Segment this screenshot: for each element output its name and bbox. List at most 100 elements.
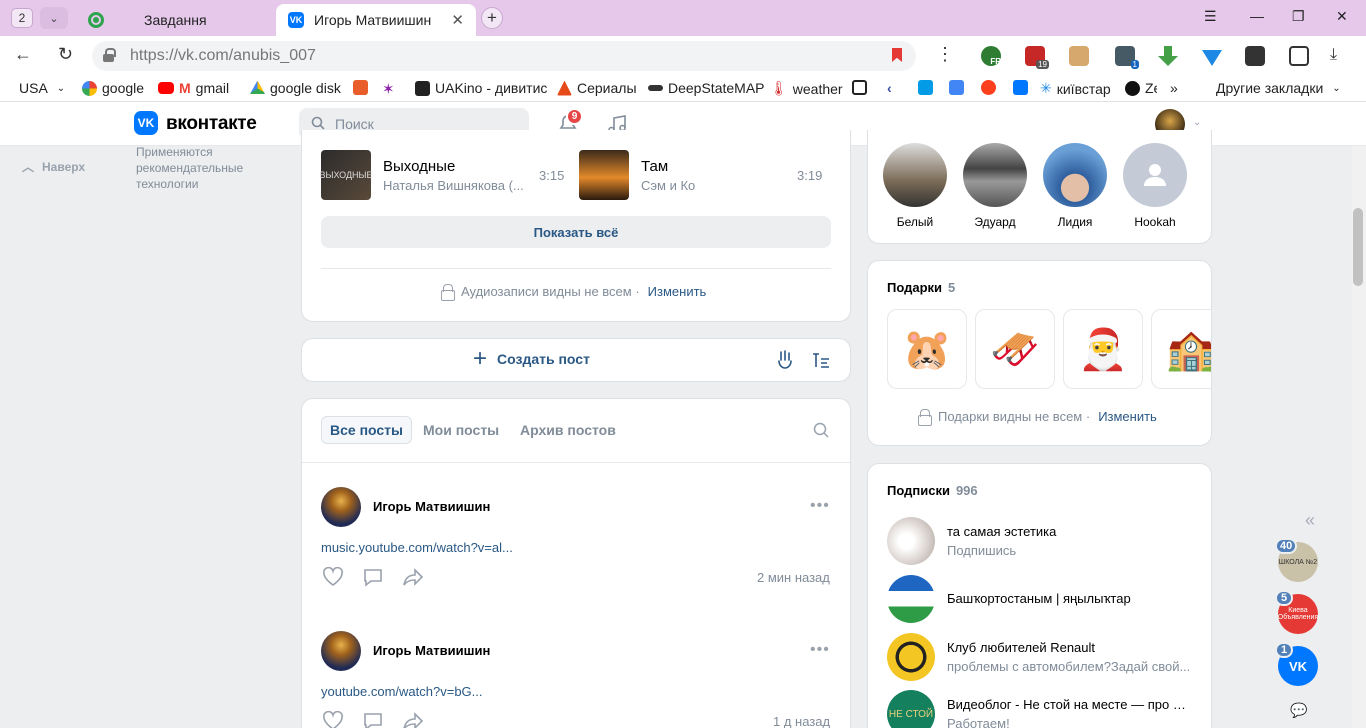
bookmark-star[interactable]: ✶ [382, 80, 395, 98]
minimize-icon[interactable]: — [1250, 8, 1264, 24]
bookmark-yandex[interactable] [981, 80, 996, 95]
post-time[interactable]: 1 д назад [773, 714, 830, 728]
show-all-button[interactable]: Показать всё [321, 216, 831, 248]
bookmark-kyivstar[interactable]: ✳ київстар [1040, 80, 1111, 97]
other-bookmarks[interactable]: Другие закладки ⌄ [1216, 80, 1341, 96]
tab-archive[interactable]: Архив постов [512, 416, 624, 444]
restore-icon[interactable]: ❐ [1292, 8, 1305, 25]
bookmark-translate[interactable] [949, 80, 964, 95]
bookmark-weather[interactable]: 🌡 weather [770, 80, 843, 97]
scroll-up-button[interactable]: ︿ Наверх [22, 158, 85, 175]
gift-santa-icon[interactable]: 🎅 [1063, 309, 1143, 389]
chat-bubble-school[interactable]: ШКОЛА №2 40 [1275, 538, 1318, 582]
close-tab-icon[interactable]: ✕ [451, 11, 464, 29]
share-arrow-icon[interactable] [402, 567, 424, 587]
close-window-icon[interactable]: ✕ [1336, 8, 1348, 25]
messages-icon[interactable]: 💬 [1290, 702, 1307, 719]
track-cover-1[interactable]: ВЫХОДНЫЕ [319, 150, 373, 200]
friend-item[interactable]: Лидия [1043, 143, 1107, 229]
extension-grid-icon[interactable]: 1 [1115, 46, 1139, 69]
vk-logo-icon[interactable]: VK [134, 111, 158, 135]
bookmark-google-disk[interactable]: google disk [250, 80, 341, 96]
tab-count-button[interactable]: 2 [11, 8, 33, 28]
scrollbar-thumb[interactable] [1353, 208, 1363, 286]
sort-lines-icon[interactable] [812, 352, 830, 368]
friend-item[interactable]: Эдуард [963, 143, 1027, 229]
gifts-header[interactable]: Подарки 5 [887, 280, 955, 295]
collapse-chats-icon[interactable]: « [1305, 510, 1315, 531]
subscription-avatar[interactable] [887, 633, 935, 681]
subscription-name[interactable]: Видеоблог - Не стой на месте — про би... [947, 697, 1193, 712]
vk-logo-text[interactable]: вконтакте [166, 113, 257, 135]
tab-all-posts[interactable]: Все посты [321, 416, 412, 444]
post-author-name[interactable]: Игорь Матвиишин [373, 643, 490, 658]
create-post-button[interactable]: + Создать пост [473, 347, 590, 371]
bookmark-p[interactable] [918, 80, 933, 95]
more-vertical-icon[interactable]: ⋮ [936, 44, 954, 65]
post-author-avatar[interactable] [321, 487, 361, 527]
chat-bubble-vk[interactable]: VK 1 [1275, 642, 1318, 686]
track-title[interactable]: Там [641, 158, 668, 175]
like-heart-icon[interactable] [322, 567, 344, 587]
new-tab-plus-icon[interactable]: + [481, 7, 503, 29]
subscription-name[interactable]: Башҡортостаным | яңылыҡтар [947, 591, 1193, 606]
post-more-icon[interactable]: ••• [810, 497, 830, 515]
chat-bubble-kyiv[interactable]: Киева Объявления 5 [1275, 590, 1318, 634]
like-heart-icon[interactable] [322, 711, 344, 728]
post-author-name[interactable]: Игорь Матвиишин [373, 499, 490, 514]
bookmark-vk[interactable] [1013, 80, 1028, 95]
bookmark-gmail[interactable]: Mgmail [158, 80, 229, 96]
interest-hand-icon[interactable] [776, 350, 794, 370]
post-link[interactable]: youtube.com/watch?v=bG... [321, 684, 483, 699]
bookmark-serials[interactable]: Сериалы [557, 80, 637, 96]
comment-icon[interactable] [362, 567, 384, 587]
more-bookmarks-icon[interactable]: » [1170, 80, 1178, 96]
change-gifts-privacy-link[interactable]: Изменить [1098, 409, 1157, 424]
friend-item[interactable]: Hookah [1123, 143, 1187, 229]
share-arrow-icon[interactable] [402, 711, 424, 728]
subscription-avatar[interactable] [887, 517, 935, 565]
extension-fr-icon[interactable]: FR [981, 46, 1001, 66]
post-link[interactable]: music.youtube.com/watch?v=al... [321, 540, 513, 555]
post-time[interactable]: 2 мин назад [757, 570, 830, 585]
bookmark-bc[interactable] [852, 80, 867, 95]
bookmark-deepstate[interactable]: DeepStateMAP [648, 80, 765, 96]
bookmark-arrow[interactable]: ‹ [887, 80, 892, 96]
bookmark-usa[interactable]: USA ⌄ [19, 80, 65, 96]
tab-zavdannia[interactable]: Завдання [76, 4, 272, 36]
tab-vk-profile[interactable]: VK Игорь Матвиишин ✕ [276, 4, 476, 36]
bookmark-ze[interactable]: Ze [1125, 80, 1157, 96]
puzzle-icon[interactable] [1289, 46, 1309, 66]
extension-red-icon[interactable]: 19 [1025, 46, 1049, 69]
gift-school-board-icon[interactable]: 🏫 [1151, 309, 1211, 389]
subscription-avatar[interactable] [887, 575, 935, 623]
reload-icon[interactable]: ↻ [58, 44, 73, 65]
track-artist[interactable]: Сэм и Ко [641, 178, 695, 193]
gift-hamster-icon[interactable]: 🐹 [887, 309, 967, 389]
url-field[interactable]: https://vk.com/anubis_007 [92, 41, 916, 71]
browser-menu-icon[interactable]: ☰ [1204, 8, 1217, 25]
extension-dark-icon[interactable] [1245, 46, 1265, 66]
friend-item[interactable]: Белый [883, 143, 947, 229]
comment-icon[interactable] [362, 711, 384, 728]
subscription-name[interactable]: Клуб любителей Renault [947, 640, 1193, 655]
bookmark-google[interactable]: google [82, 80, 144, 96]
downloads-icon[interactable]: ⤓ [1330, 46, 1337, 64]
tab-my-posts[interactable]: Мои посты [415, 416, 507, 444]
feed-search-icon[interactable] [813, 422, 829, 438]
bookmark-uakino[interactable]: UAKino - дивитис [415, 80, 547, 96]
change-audio-privacy-link[interactable]: Изменить [648, 284, 707, 299]
bookmark-f[interactable] [353, 80, 368, 95]
gift-santa-sleigh-icon[interactable]: 🛷 [975, 309, 1055, 389]
lock-icon[interactable] [103, 48, 116, 62]
track-artist[interactable]: Наталья Вишнякова (... [383, 178, 525, 193]
subscription-name[interactable]: та самая эстетика [947, 524, 1193, 539]
track-cover-2[interactable] [579, 150, 629, 200]
post-author-avatar[interactable] [321, 631, 361, 671]
extension-box-icon[interactable] [1069, 46, 1089, 66]
subscriptions-header[interactable]: Подписки 996 [887, 483, 978, 498]
post-more-icon[interactable]: ••• [810, 641, 830, 659]
back-arrow-icon[interactable]: ← [14, 44, 32, 65]
tab-list-chevron-icon[interactable]: ⌄ [40, 7, 68, 29]
track-title[interactable]: Выходные [383, 158, 455, 175]
